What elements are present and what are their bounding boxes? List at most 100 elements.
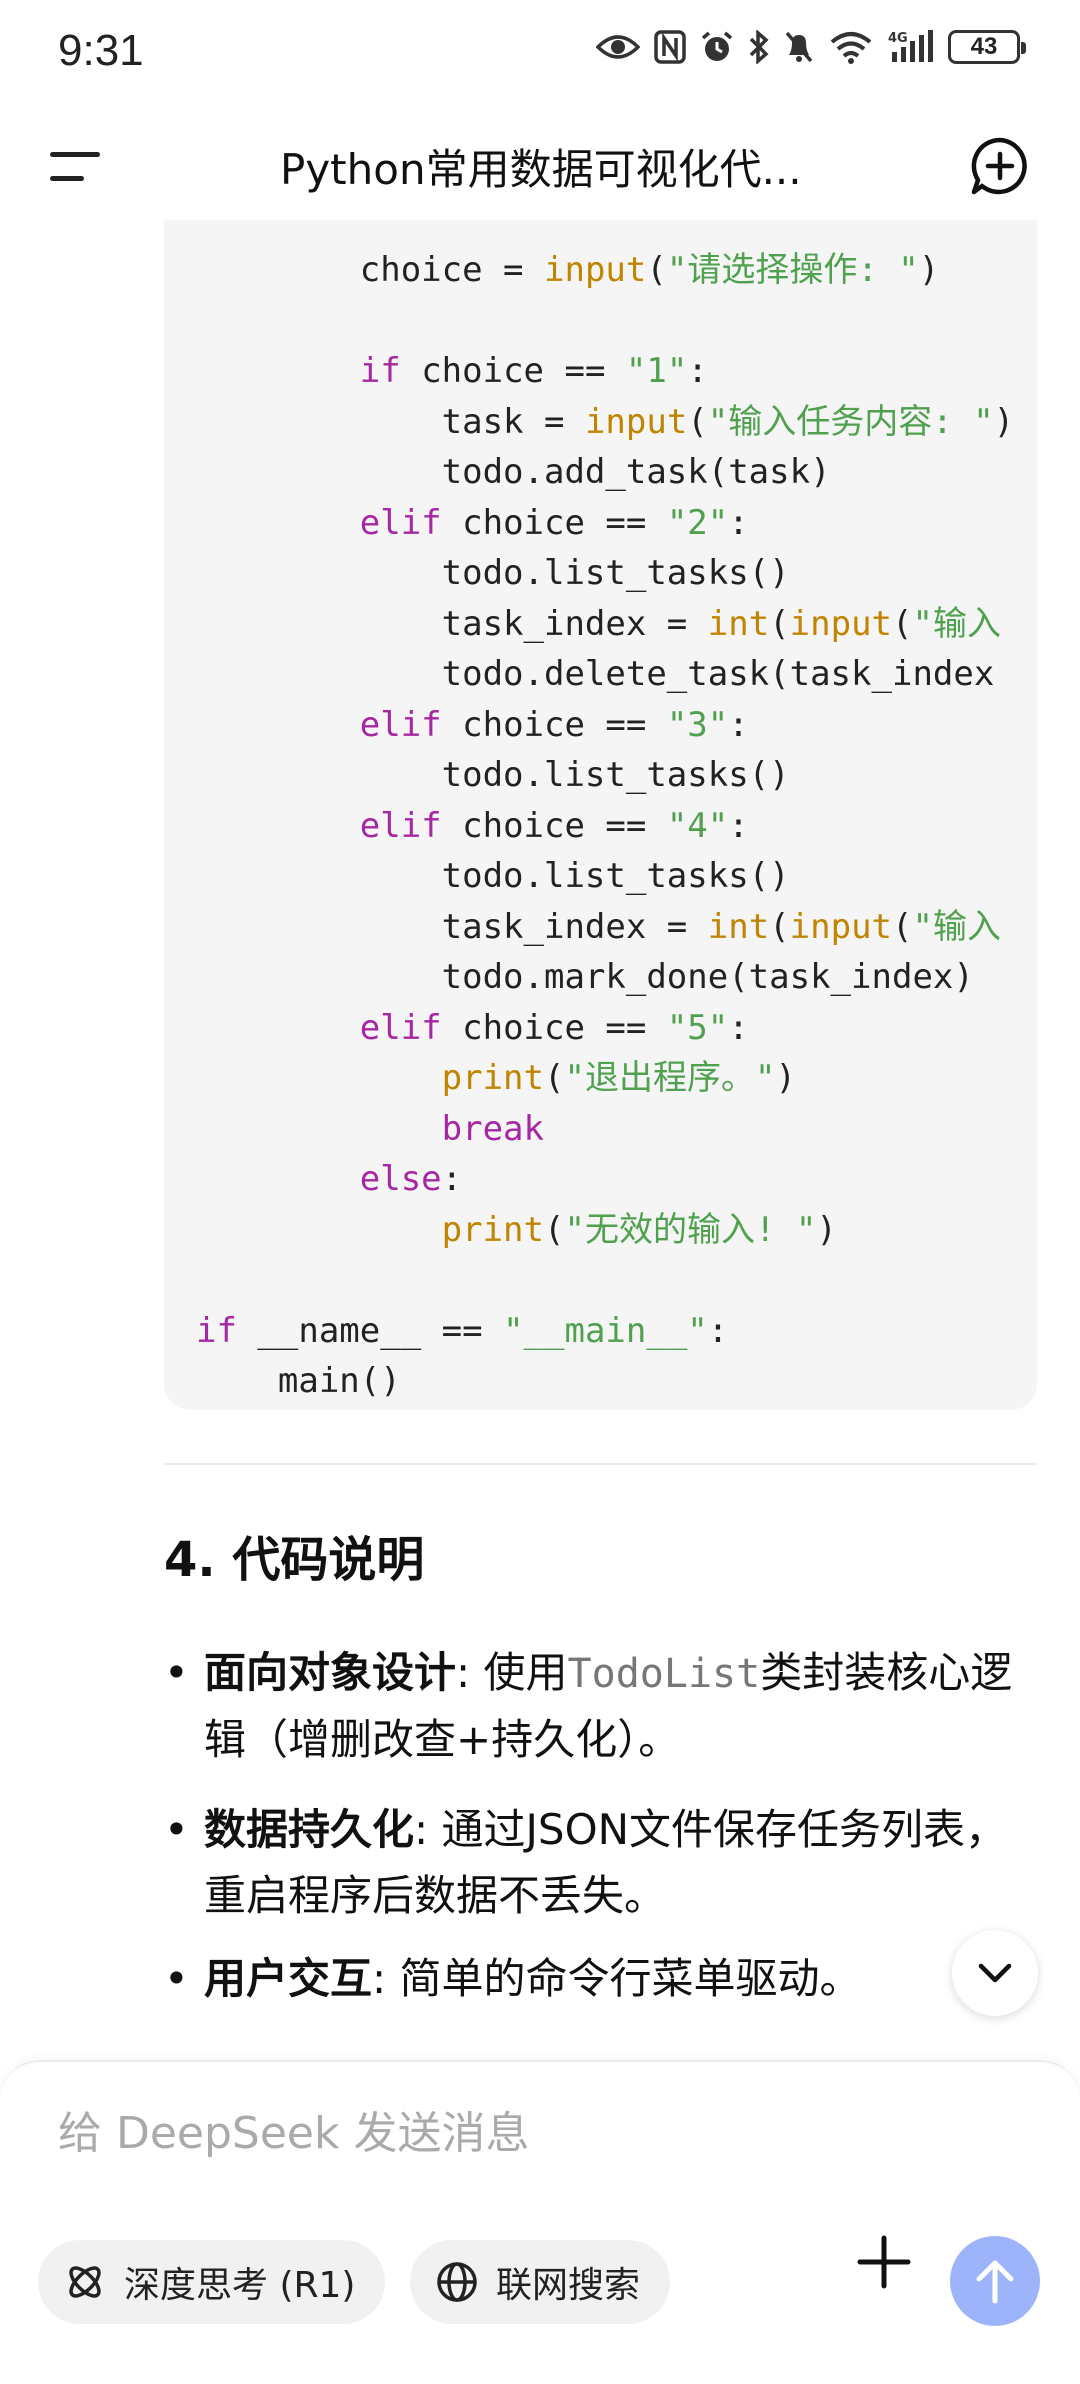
section-heading: 4. 代码说明	[164, 1532, 425, 1588]
code-line: print("无效的输入! ")	[196, 1205, 837, 1255]
deep-think-label: 深度思考 (R1)	[124, 2265, 356, 2306]
nfc-icon	[654, 30, 686, 64]
code-token: input	[544, 250, 647, 290]
code-token: choice ==	[441, 502, 667, 543]
code-token: break	[441, 1108, 544, 1149]
code-token: :	[728, 502, 749, 543]
bullet-title: 面向对象设计	[204, 1648, 457, 1697]
code-line: print("退出程序。")	[196, 1053, 796, 1103]
scroll-to-bottom-button[interactable]	[952, 1930, 1038, 2016]
conversation-title[interactable]: Python常用数据可视化代...	[280, 136, 802, 197]
code-token: (	[687, 401, 708, 442]
code-token: if	[196, 1310, 237, 1351]
code-token: )	[816, 1209, 837, 1250]
code-token: print	[441, 1209, 544, 1250]
new-chat-icon[interactable]	[970, 136, 1030, 196]
code-line: if __name__ == "__main__":	[196, 1306, 728, 1356]
arrow-up-icon	[976, 2260, 1014, 2304]
code-line: break	[196, 1104, 544, 1154]
code-token: "请选择操作: "	[666, 250, 919, 290]
code-token: input	[789, 603, 893, 644]
code-token: :	[728, 805, 749, 846]
code-token: if	[359, 351, 401, 391]
code-line: task = input("输入任务内容: ")	[196, 397, 1015, 447]
code-token: "1"	[625, 351, 688, 391]
code-token: (	[769, 603, 790, 644]
web-search-toggle[interactable]: 联网搜索	[410, 2240, 671, 2324]
code-token: "输入	[912, 603, 1001, 644]
code-token: __name__ ==	[236, 1310, 504, 1351]
code-token: (	[646, 250, 667, 290]
code-token: task =	[196, 401, 585, 442]
code-token: "2"	[666, 502, 729, 543]
code-token: input	[789, 906, 893, 947]
code-token: elif	[359, 704, 442, 745]
menu-icon[interactable]	[50, 146, 102, 186]
inline-code: TodoList	[567, 1651, 761, 1697]
code-token: "输入任务内容: "	[707, 401, 994, 442]
code-line: if choice == "1":	[196, 346, 708, 396]
web-search-label: 联网搜索	[496, 2265, 641, 2306]
code-token: todo.mark_done(task_index)	[196, 957, 974, 997]
code-token: )	[918, 250, 940, 290]
code-token: elif	[359, 502, 442, 543]
code-token: :	[728, 704, 749, 745]
code-token: "输入	[912, 906, 1001, 947]
code-token: :	[687, 351, 708, 391]
code-token: todo.list_tasks()	[196, 553, 790, 593]
deep-think-toggle[interactable]: 深度思考 (R1)	[38, 2240, 386, 2324]
code-token: (	[544, 1058, 565, 1098]
code-line: task_index = int(input("输入	[196, 599, 1001, 649]
code-token: "无效的输入! "	[564, 1209, 817, 1250]
code-token: main()	[196, 1361, 401, 1401]
code-token: elif	[359, 805, 442, 846]
bluetooth-icon	[749, 30, 769, 64]
code-token: :	[707, 1310, 729, 1351]
code-token: "__main__"	[503, 1310, 708, 1351]
code-token: "4"	[666, 805, 729, 846]
code-line: elif choice == "4":	[196, 801, 749, 851]
bullet-title: 数据持久化	[204, 1805, 415, 1854]
message-composer: 深度思考 (R1) 联网搜索	[0, 2060, 1080, 2384]
code-token: int	[707, 603, 770, 644]
top-app-bar: Python常用数据可视化代...	[0, 110, 1080, 220]
code-token: todo.delete_task(task_index	[196, 654, 995, 694]
code-token: choice ==	[441, 805, 667, 846]
code-token: :	[728, 1007, 749, 1048]
code-token: todo.list_tasks()	[196, 856, 790, 896]
divider	[164, 1463, 1037, 1465]
code-token: (	[769, 906, 790, 947]
attach-plus-icon[interactable]	[856, 2234, 912, 2290]
status-bar: 9:31 4G 43	[0, 0, 1080, 110]
code-line: elif choice == "2":	[196, 498, 749, 548]
message-input[interactable]	[56, 2092, 960, 2174]
send-button[interactable]	[950, 2236, 1040, 2326]
code-token: input	[584, 401, 688, 442]
code-line: main()	[196, 1356, 401, 1406]
code-line: todo.list_tasks()	[196, 750, 790, 800]
code-token: int	[707, 906, 770, 947]
code-token: task_index =	[196, 906, 708, 947]
code-token: elif	[359, 1007, 442, 1048]
signal-icon: 4G	[888, 30, 933, 62]
code-token: (	[544, 1209, 565, 1250]
code-line: choice = input("请选择操作: ")	[196, 245, 939, 295]
code-line: task_index = int(input("输入	[196, 902, 1001, 952]
code-token: (	[892, 906, 913, 947]
code-line: todo.list_tasks()	[196, 851, 790, 901]
code-token: task_index =	[196, 603, 708, 644]
code-token: choice ==	[441, 704, 667, 745]
code-token: choice ==	[400, 351, 626, 391]
code-token: :	[441, 1159, 463, 1199]
code-line: todo.mark_done(task_index)	[196, 952, 974, 1002]
code-token: )	[993, 401, 1015, 442]
code-line: elif choice == "3":	[196, 700, 749, 750]
